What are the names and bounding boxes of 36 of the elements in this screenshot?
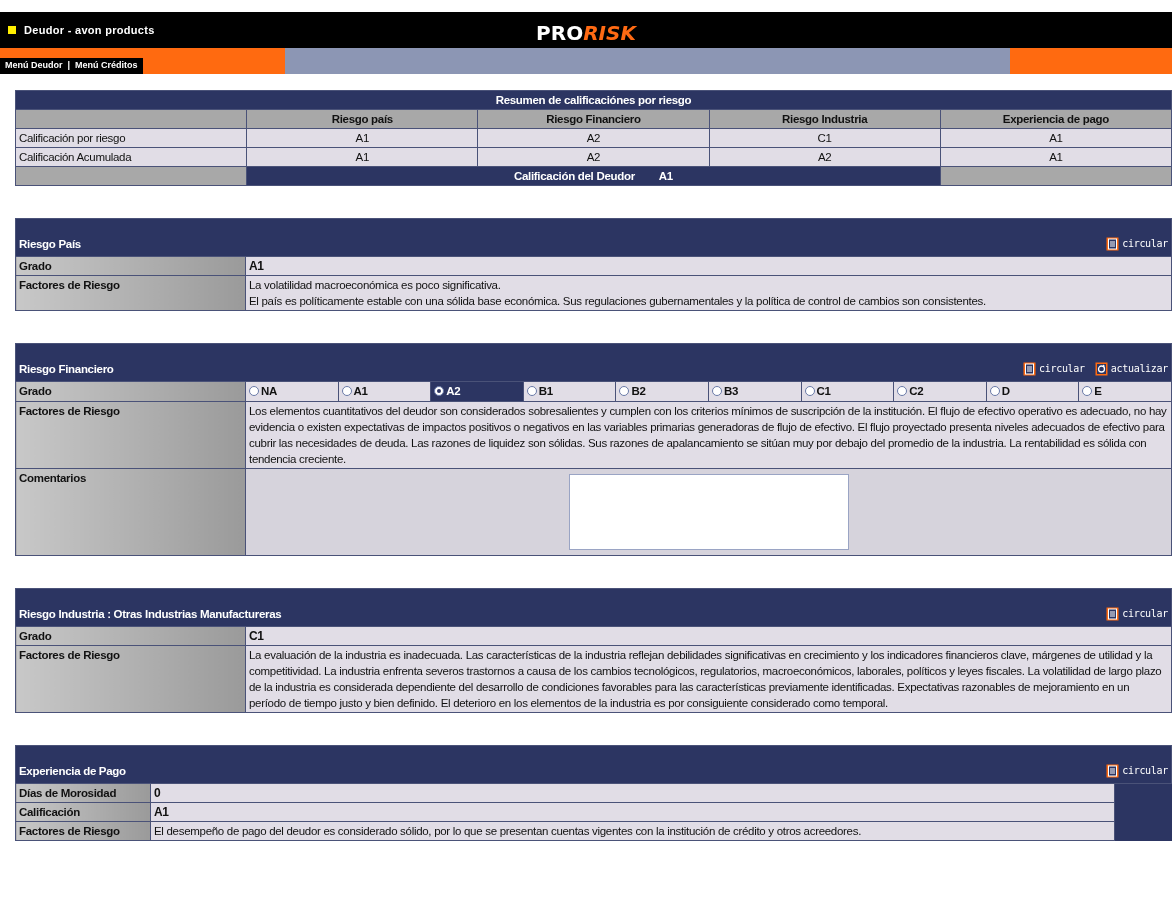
- action-link[interactable]: circular: [1106, 606, 1168, 622]
- menu-link[interactable]: Menú Deudor: [5, 59, 63, 73]
- comment-field[interactable]: [568, 474, 849, 550]
- risk-factors-text: El desempeño de pago del deudor es considerado sólido, por lo que se presentan cuentas vigentes con la institución de crédito y otros acreedores.: [154, 824, 863, 839]
- section-title: Riesgo Financiero: [19, 362, 114, 377]
- square-icon: [8, 26, 16, 34]
- action-link[interactable]: actualizar: [1094, 361, 1168, 377]
- row-label: Factores de Riesgo: [15, 275, 246, 311]
- risk-factors-text: Los elementos cuantitativos del deudor son considerados sobresalientes y cumplen con los criterios mínimos de suscripción de la institución. El flujo de efectivo operativo es adecuado, no hay evidencia o existen expectativas de impactos positivos o negativos en las variables primarias generadoras de flujo de efectivo. El flujo proyectado presenta niveles adecuados de efectivo para cubrir las necesidades de deuda. Las razones de liquidez son sólidas. Sus razones de apalancamiento se sitúan muy por debajo del promedio de la industria. La rentabilidad es sólida con tendencia creciente.: [249, 404, 1168, 467]
- table-title: Resumen de calificaciónes por riesgo: [15, 90, 1172, 110]
- document-icon[interactable]: [1023, 362, 1036, 376]
- document-icon[interactable]: [1106, 607, 1120, 621]
- risk-factors-text: El país es políticamente estable con una sólida base económica. Sus regulaciones gubernamentales y la política de control de cambios son consistentes.: [249, 294, 987, 309]
- radio-option[interactable]: E: [1082, 383, 1102, 399]
- section-title: Riesgo Industria : Otras Industrias Manufactureras: [19, 607, 282, 622]
- document-icon[interactable]: [1106, 237, 1120, 251]
- section-title: Experiencia de Pago: [19, 764, 126, 779]
- row-label: Factores de Riesgo: [15, 401, 246, 469]
- window-title: Deudor - avon products: [24, 22, 155, 38]
- final-rating-label: Calificación del Deudor: [513, 170, 635, 182]
- document-icon[interactable]: [1106, 764, 1120, 778]
- row-label: Factores de Riesgo: [15, 645, 246, 713]
- menu-link[interactable]: Menú Créditos: [75, 59, 138, 73]
- action-link[interactable]: circular: [1023, 361, 1085, 377]
- logo: PRORISK: [536, 20, 636, 47]
- action-link[interactable]: circular: [1106, 763, 1168, 779]
- risk-factors-text: La evaluación de la industria es inadecuada. Las características de la industria reflejan debilidades significativas en crecimiento y los indicadores financieros clave, márgenes de utilidad y la competitividad. La industria enfrenta severos trastornos a causa de los cambios tecnológicos, regulatorios, macroeconómicos, laborales, políticos y leyes fiscales. La volatilidad de largo plazo de la industria es considerada dependiente del desarrollo de condiciones favorables para las características previamente identificadas. Expectativas razonables de mejoramiento en un período de tiempo justo y bien definido. El deterioro en los elementos de la industria es por consiguiente considerado como temporal.: [249, 648, 1163, 711]
- action-link[interactable]: circular: [1106, 236, 1168, 252]
- refresh-icon[interactable]: [1094, 362, 1108, 376]
- menu-separator: |: [67, 59, 71, 73]
- final-rating-value: A1: [658, 170, 673, 182]
- section-title: Riesgo País: [19, 237, 81, 252]
- risk-factors-text: La volatilidad macroeconómica es poco significativa.: [249, 278, 502, 293]
- row-label: Grado: [15, 381, 246, 402]
- row-label: Comentarios: [15, 468, 246, 556]
- radio-option[interactable]: D: [989, 383, 1010, 399]
